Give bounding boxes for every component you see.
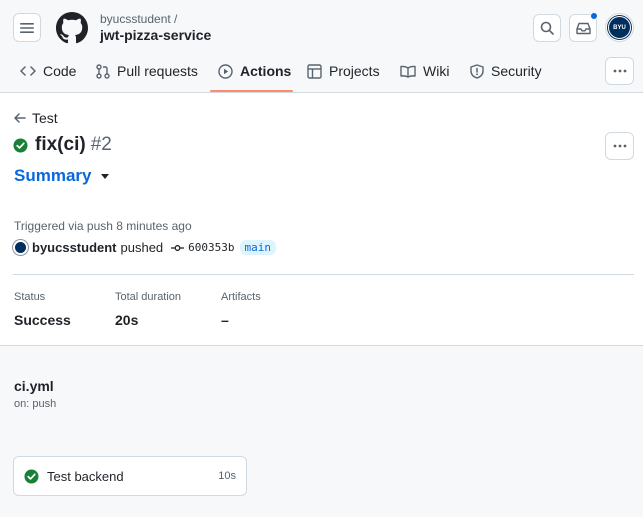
tab-label: Projects [329,63,380,79]
duration-value: 20s [115,312,139,328]
active-tab-indicator [210,90,293,92]
kebab-horizontal-icon [613,144,626,148]
code-icon [20,66,36,76]
check-circle-fill-icon [24,469,39,483]
hamburger-icon [20,22,34,33]
book-icon [400,65,416,78]
triangle-down-icon [101,173,110,179]
github-logo-icon[interactable] [56,12,88,44]
check-circle-fill-icon [13,138,28,152]
tab-label: Pull requests [117,63,198,79]
inbox-icon [575,22,591,34]
tab-projects[interactable]: Projects [307,56,380,86]
kebab-horizontal-icon [613,69,626,73]
divider [13,274,634,275]
user-avatar[interactable]: BYU [605,13,634,42]
user-link[interactable]: byucsstudent [32,240,117,255]
run-title: fix(ci) #2 [13,134,112,156]
run-number: #2 [90,134,112,155]
job-name: Test backend [47,468,124,484]
more-tabs-button[interactable] [605,57,634,85]
search-button[interactable] [533,14,561,42]
repo-nav-tabs: Code Pull requests Actions Projects Wiki… [0,56,643,93]
status-label: Status [14,291,46,303]
tab-label: Code [43,63,77,79]
notifications-button[interactable] [569,12,598,42]
table-icon [307,63,322,79]
summary-label: Summary [14,166,92,185]
run-name: fix(ci) [35,134,86,155]
tab-security[interactable]: Security [470,56,542,86]
pull-request-icon [96,63,110,79]
menu-button[interactable] [13,13,41,42]
arrow-left-icon [14,113,26,123]
back-to-workflow-link[interactable]: Test [14,110,58,126]
artifacts-value: – [221,312,229,328]
job-duration: 10s [218,470,236,482]
repo-owner-link[interactable]: byucsstudent / [100,12,177,26]
repo-header: byucsstudent / jwt-pizza-service BYU Cod… [0,0,643,93]
summary-dropdown[interactable]: Summary [14,166,110,186]
job-card[interactable]: Test backend 10s [13,456,247,496]
avatar[interactable] [13,240,28,255]
tab-label: Security [491,63,542,79]
trigger-info: Triggered via push 8 minutes ago [14,219,192,233]
status-value: Success [14,312,71,328]
shield-icon [470,63,484,79]
workflow-file-name: ci.yml [14,378,54,394]
pushed-text: pushed [120,240,164,255]
branch-badge[interactable]: main [239,240,277,255]
tab-code[interactable]: Code [20,56,76,86]
tab-pull-requests[interactable]: Pull requests [96,56,198,86]
tab-label: Wiki [423,63,450,79]
unread-indicator [590,12,598,20]
workflow-trigger: on: push [14,398,57,410]
tab-label: Actions [240,63,292,79]
duration-label: Total duration [115,291,182,303]
commit-sha-link[interactable]: 600353b [188,241,234,254]
artifacts-label: Artifacts [221,291,261,303]
push-info: byucsstudent pushed 600353b main [13,240,277,255]
tab-actions[interactable]: Actions [218,56,291,86]
play-icon [218,63,233,79]
tab-wiki[interactable]: Wiki [400,56,449,86]
git-commit-icon [171,244,185,251]
repo-name-link[interactable]: jwt-pizza-service [100,27,211,43]
search-icon [540,21,554,35]
run-options-button[interactable] [605,132,634,160]
byu-avatar-image: BYU [608,16,631,39]
back-label: Test [32,110,58,126]
